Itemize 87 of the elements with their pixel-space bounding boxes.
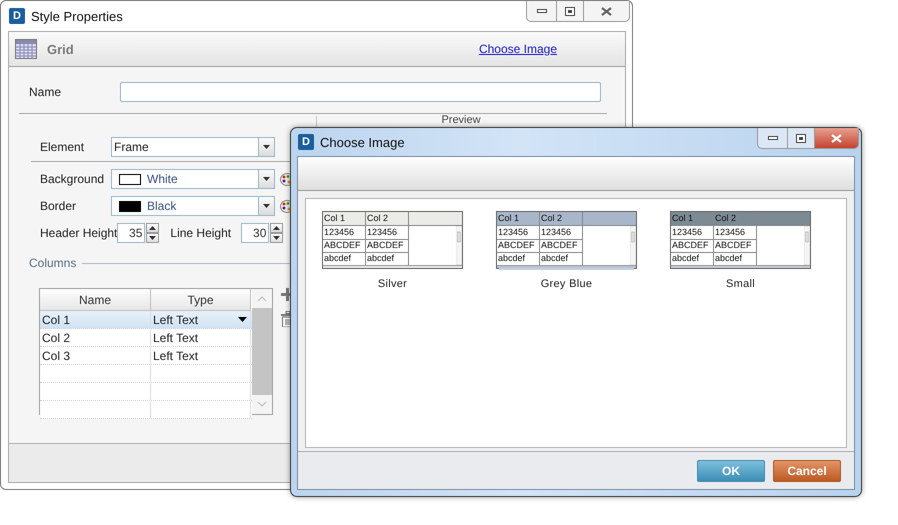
- preview-cell: 123456: [366, 226, 409, 240]
- table-row[interactable]: Col 3 Left Text: [40, 347, 252, 365]
- column-header[interactable]: Name: [40, 289, 151, 311]
- image-label: Grey Blue: [540, 278, 592, 290]
- up-arrow-icon: [273, 226, 280, 230]
- number-field[interactable]: 35: [117, 223, 146, 243]
- preview-header: Col 1: [323, 212, 366, 225]
- spin-up-button[interactable]: [270, 223, 284, 233]
- number-field[interactable]: 30: [241, 223, 270, 243]
- preview-header: Col 1: [671, 212, 714, 225]
- table-cell: Col 2: [40, 329, 151, 346]
- preview-cell: ABCDEF: [671, 239, 714, 253]
- preview-cell: 123456: [497, 226, 540, 240]
- minimize-icon: [768, 136, 778, 140]
- color-dropdown[interactable]: Black: [111, 196, 275, 216]
- preview-cell: 123456: [540, 226, 583, 240]
- table-row[interactable]: Col 1 Left Text: [40, 311, 252, 329]
- name-field[interactable]: [120, 82, 601, 102]
- up-arrow-icon: [149, 226, 156, 230]
- preview-cell: ABCDEF: [366, 239, 409, 253]
- down-arrow-icon: [149, 236, 156, 240]
- field-label: Element: [40, 140, 86, 154]
- preview-cell: 123456: [323, 226, 366, 240]
- preview-cell: 123456: [671, 226, 714, 240]
- preview-cell: 123456: [714, 226, 757, 240]
- window-title: Choose Image: [320, 134, 405, 150]
- table-cell: Col 3: [40, 347, 151, 364]
- down-arrow-icon: [263, 177, 270, 181]
- grid-style-preview[interactable]: Col 1 Col 2 123456 123456 ABCDEF ABCDEF abcdef abcdef: [322, 211, 463, 269]
- dropdown-arrow-icon[interactable]: [238, 317, 247, 322]
- field-label: Border: [40, 199, 78, 213]
- color-dropdown[interactable]: White: [111, 169, 275, 189]
- preview-cell: abcdef: [540, 252, 583, 265]
- dropdown-button[interactable]: [258, 197, 274, 215]
- section-title: Grid: [47, 42, 74, 56]
- field-label: Name: [29, 85, 62, 99]
- preview-cell: abcdef: [714, 252, 757, 265]
- down-arrow-icon: [263, 145, 270, 149]
- maximize-icon: [565, 6, 575, 16]
- section-title: Columns: [29, 256, 76, 270]
- spin-down-button[interactable]: [270, 233, 284, 243]
- preview-label: Preview: [441, 114, 481, 126]
- close-button[interactable]: [814, 128, 858, 148]
- preview-header: Col 2: [540, 212, 583, 225]
- grid-style-preview[interactable]: Col 1 Col 2 123456 123456 ABCDEF ABCDEF abcdef abcdef: [496, 211, 637, 269]
- preview-cell: ABCDEF: [497, 239, 540, 253]
- field-label: Background: [40, 172, 106, 186]
- image-label: Silver: [378, 278, 408, 290]
- minimize-icon: [536, 9, 546, 13]
- grid-icon: [15, 39, 37, 59]
- table-cell: Left Text: [151, 347, 251, 364]
- preview-cell: abcdef: [366, 252, 409, 265]
- preview-cell: abcdef: [323, 252, 366, 265]
- spin-up-button[interactable]: [146, 223, 160, 233]
- table-row[interactable]: Col 2 Left Text: [40, 329, 252, 347]
- app-logo: D: [9, 8, 25, 24]
- preview-cell: abcdef: [497, 252, 540, 265]
- preview-header: Col 1: [497, 212, 540, 225]
- table-cell: Left Text: [151, 311, 251, 328]
- preview-cell: ABCDEF: [540, 239, 583, 253]
- dropdown-button[interactable]: [258, 170, 274, 188]
- preview-header: Col 2: [714, 212, 757, 225]
- spin-down-button[interactable]: [146, 233, 160, 243]
- preview-cell: abcdef: [671, 252, 714, 265]
- field-label: Line Height: [170, 226, 232, 240]
- table-cell: Left Text: [151, 329, 251, 346]
- close-icon: [601, 6, 612, 16]
- choose-image-link[interactable]: Choose Image: [478, 42, 557, 56]
- down-arrow-icon: [263, 204, 270, 208]
- app-logo: D: [298, 134, 314, 150]
- scrollbar-drawing: [804, 226, 810, 265]
- grid-style-preview[interactable]: Col 1 Col 2 123456 123456 ABCDEF ABCDEF abcdef abcdef: [670, 211, 811, 269]
- down-arrow-icon: [273, 236, 280, 240]
- element-dropdown[interactable]: Frame: [111, 137, 275, 157]
- close-icon: [831, 134, 842, 142]
- preview-header: Col 2: [366, 212, 409, 225]
- dropdown-button[interactable]: [258, 138, 274, 156]
- scrollbar-drawing: [630, 226, 636, 265]
- scrollbar-drawing: [456, 226, 462, 265]
- image-label: Small: [726, 278, 755, 290]
- field-label: Header Height: [40, 226, 118, 240]
- maximize-icon: [796, 134, 806, 142]
- preview-cell: ABCDEF: [714, 239, 757, 253]
- table-cell: Col 1: [40, 311, 151, 328]
- window-title: Style Properties: [31, 8, 123, 24]
- preview-cell: ABCDEF: [323, 239, 366, 253]
- column-header[interactable]: Type: [151, 289, 251, 311]
